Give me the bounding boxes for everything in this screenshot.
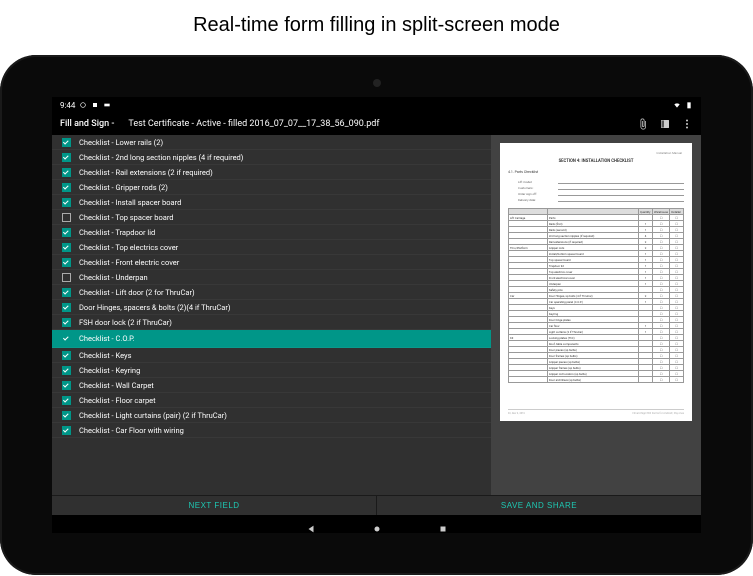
checklist-item[interactable]: Door Hinges, spacers & bolts (2)(4 if Th…	[52, 300, 491, 315]
checkbox[interactable]	[62, 318, 71, 327]
checklist-item[interactable]: FSH door lock (2 if ThruCar)	[52, 315, 491, 330]
pdf-preview-pane[interactable]: Installation Manual SECTION 4: INSTALLAT…	[491, 135, 701, 495]
status-bar: 9:44	[52, 97, 701, 113]
checkbox[interactable]	[62, 351, 71, 360]
page-caption: Real-time form filling in split-screen m…	[0, 0, 753, 47]
pdf-subtitle: 4.1. Parts Checklist	[508, 170, 684, 174]
save-and-share-button[interactable]: SAVE AND SHARE	[377, 496, 701, 515]
checklist-item-label: Checklist - C.O.P.	[79, 334, 135, 343]
checkbox[interactable]	[62, 183, 71, 192]
checklist-pane[interactable]: Checklist - Lower rails (2) Checklist - 2…	[52, 135, 491, 495]
checklist-item-label: Checklist - Top spacer board	[79, 213, 174, 222]
file-name: Test Certificate - Active - filled 2016_…	[128, 119, 637, 129]
checklist-item-label: Door Hinges, spacers & bolts (2)(4 if Th…	[79, 303, 231, 312]
checkbox[interactable]	[62, 198, 71, 207]
checklist-item[interactable]: Checklist - Front electric cover	[52, 255, 491, 270]
notification-icon	[91, 101, 99, 109]
nav-recent-icon[interactable]	[438, 519, 448, 529]
checklist-item-label: Checklist - Car Floor with wiring	[79, 426, 184, 435]
pdf-field-delivery-date: Delivery date:	[518, 198, 558, 202]
pdf-page: Installation Manual SECTION 4: INSTALLAT…	[500, 143, 692, 421]
battery-icon	[685, 101, 693, 109]
checklist-item[interactable]: Checklist - Lift door (2 for ThruCar)	[52, 285, 491, 300]
nav-home-icon[interactable]	[372, 519, 382, 529]
checklist-item[interactable]: Checklist - Car Floor with wiring	[52, 423, 491, 438]
checkbox[interactable]	[62, 273, 71, 282]
checkbox[interactable]	[62, 153, 71, 162]
checklist-item-label: Checklist - Floor carpet	[79, 396, 156, 405]
checkbox[interactable]	[62, 366, 71, 375]
checklist-item[interactable]: Checklist - 2nd long section nipples (4 …	[52, 150, 491, 165]
checkbox[interactable]	[62, 228, 71, 237]
checklist-item[interactable]: Checklist - Floor carpet	[52, 393, 491, 408]
checklist-item[interactable]: Checklist - Underpan	[52, 270, 491, 285]
checkbox[interactable]	[62, 411, 71, 420]
bottom-button-bar: NEXT FIELD SAVE AND SHARE	[52, 495, 701, 515]
checklist-item[interactable]: Checklist - Gripper rods (2)	[52, 180, 491, 195]
alarm-icon	[79, 101, 87, 109]
checkbox[interactable]	[62, 168, 71, 177]
attach-icon[interactable]	[637, 118, 649, 130]
tablet-frame: 9:44 Fill and Sig	[0, 55, 753, 575]
pdf-field-order-sign-off: Order sign off:	[518, 192, 558, 196]
status-time: 9:44	[60, 101, 75, 110]
checklist-item-label: Checklist - Lower rails (2)	[79, 138, 163, 147]
more-icon[interactable]	[681, 118, 693, 130]
checkbox[interactable]	[62, 288, 71, 297]
checklist-item[interactable]: Checklist - Keys	[52, 348, 491, 363]
checklist-item[interactable]: Checklist - Install spacer board	[52, 195, 491, 210]
checkbox[interactable]	[62, 258, 71, 267]
checkbox[interactable]	[62, 213, 71, 222]
next-field-button[interactable]: NEXT FIELD	[52, 496, 377, 515]
checklist-item-label: Checklist - Install spacer board	[79, 198, 181, 207]
checkbox[interactable]	[62, 303, 71, 312]
checkbox[interactable]	[62, 396, 71, 405]
checklist-item[interactable]: Checklist - Light curtains (pair) (2 if …	[52, 408, 491, 423]
app-bar: Fill and Sign - Test Certificate - Activ…	[52, 113, 701, 135]
pdf-manual-label: Installation Manual	[657, 151, 682, 155]
pdf-field-customers: Customers:	[518, 186, 558, 190]
checklist-item-label: Checklist - Wall Carpet	[79, 381, 154, 390]
checklist-item-label: Checklist - 2nd long section nipples (4 …	[79, 153, 243, 162]
checklist-item-label: Checklist - Lift door (2 for ThruCar)	[79, 288, 195, 297]
checklist-item-label: Checklist - Light curtains (pair) (2 if …	[79, 411, 227, 420]
android-nav-bar	[52, 515, 701, 533]
pdf-field-lift-model: Lift model:	[518, 180, 558, 184]
checklist-item[interactable]: Checklist - Rail extensions (2 if requir…	[52, 165, 491, 180]
checklist-item[interactable]: Checklist - Top spacer board	[52, 210, 491, 225]
checklist-item-label: Checklist - Front electric cover	[79, 258, 179, 267]
checklist-item-label: Checklist - Keyring	[79, 366, 140, 375]
panel-toggle-icon[interactable]	[659, 118, 671, 130]
pdf-footer: Fri, Dec 9, 2016 Fill and Sign PDF Forms…	[508, 409, 684, 415]
checklist-item[interactable]: Checklist - Lower rails (2)	[52, 135, 491, 150]
nav-back-icon[interactable]	[306, 519, 316, 529]
checkbox[interactable]	[62, 426, 71, 435]
checkbox[interactable]	[62, 334, 71, 343]
pdf-section-title: SECTION 4: INSTALLATION CHECKLIST	[508, 159, 684, 164]
checklist-item-label: Checklist - Trapdoor lid	[79, 228, 155, 237]
checkbox[interactable]	[62, 243, 71, 252]
checklist-item[interactable]: Checklist - Top electrics cover	[52, 240, 491, 255]
checklist-item-label: Checklist - Keys	[79, 351, 131, 360]
wifi-icon	[673, 101, 681, 109]
system-icon	[103, 101, 111, 109]
checklist-item[interactable]: Checklist - C.O.P.	[52, 330, 491, 348]
tablet-screen: 9:44 Fill and Sig	[52, 97, 701, 533]
pdf-table: QuantityWarehouseInstallerLift CarriageP…	[508, 208, 684, 383]
checklist-item-label: FSH door lock (2 if ThruCar)	[79, 318, 172, 327]
app-title: Fill and Sign -	[60, 119, 114, 129]
checklist-item-label: Checklist - Underpan	[79, 273, 148, 282]
checklist-item[interactable]: Checklist - Wall Carpet	[52, 378, 491, 393]
checklist-item-label: Checklist - Top electrics cover	[79, 243, 178, 252]
checklist-item-label: Checklist - Rail extensions (2 if requir…	[79, 168, 213, 177]
checkbox[interactable]	[62, 381, 71, 390]
checklist-item-label: Checklist - Gripper rods (2)	[79, 183, 168, 192]
checklist-item[interactable]: Checklist - Trapdoor lid	[52, 225, 491, 240]
checkbox[interactable]	[62, 138, 71, 147]
checklist-item[interactable]: Checklist - Keyring	[52, 363, 491, 378]
